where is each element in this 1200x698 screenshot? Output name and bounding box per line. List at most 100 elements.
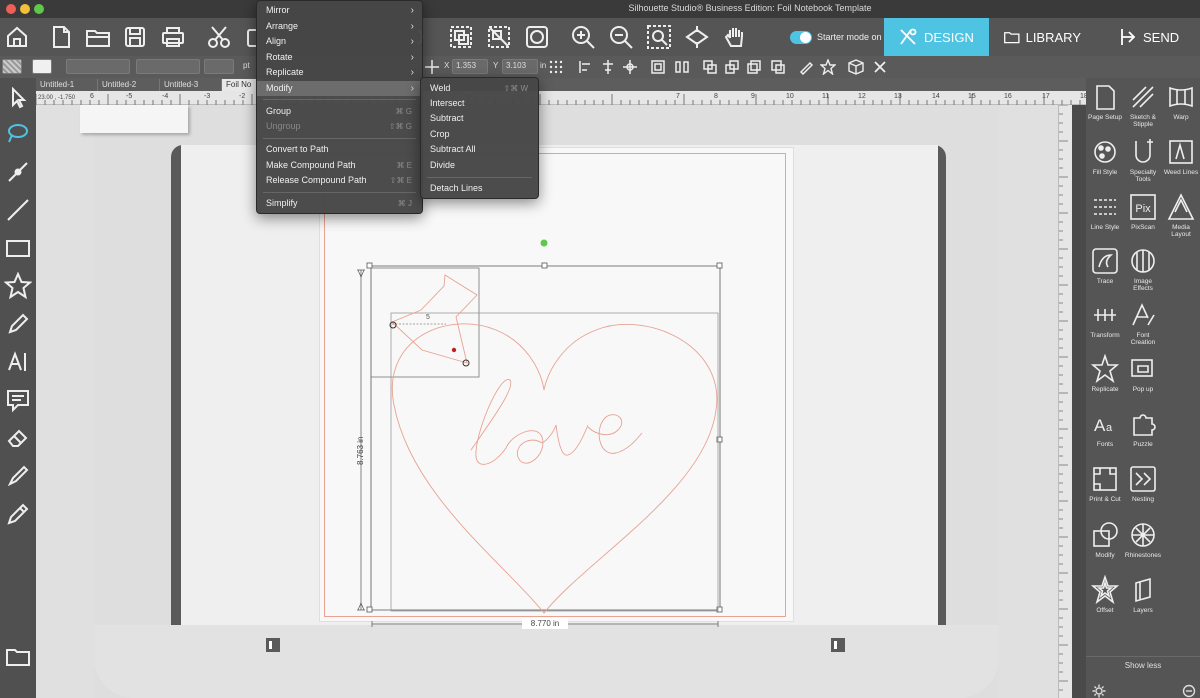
menu-item-rotate[interactable]: Rotate › [257,50,422,65]
print-icon[interactable] [160,24,186,50]
panel-tool-fonts[interactable]: Aa Fonts [1086,409,1124,465]
menu-item-mirror[interactable]: Mirror › [257,3,422,18]
panel-tool-puzzle[interactable]: Puzzle [1124,409,1162,465]
text-tool-icon[interactable] [4,348,32,376]
panel-tool-fill-style[interactable]: Fill Style [1086,137,1124,193]
toggle-switch[interactable] [790,30,812,44]
canvas-artwork[interactable]: 5 8.770 in 8.763 in [36,105,1058,698]
panel-tool-trace[interactable]: Trace [1086,246,1124,302]
rotate-handle[interactable] [540,239,548,247]
doc-tab[interactable]: Untitled-1 [36,79,98,91]
bring-to-front-icon[interactable] [746,59,762,75]
panel-tool-font-creation[interactable]: Font Creation [1124,300,1162,356]
panel-tool-offset[interactable]: Offset [1086,575,1124,631]
3d-box-icon[interactable] [848,59,864,75]
pencil-tool-icon[interactable] [4,310,32,338]
library-tab[interactable]: LIBRARY [990,18,1095,56]
menu-item-arrange[interactable]: Arrange › [257,19,422,34]
menu-item-subtract[interactable]: Subtract [421,111,538,126]
line-tool-icon[interactable] [4,196,32,224]
align-left-icon[interactable] [578,59,594,75]
line-color-swatch[interactable] [32,59,52,74]
panel-tool-page-setup[interactable]: Page Setup [1086,82,1124,138]
rectangle-tool-icon[interactable] [4,234,32,262]
menu-item-modify[interactable]: Modify › [257,81,422,96]
design-tab[interactable]: DESIGN [884,18,989,56]
scissors-icon[interactable] [206,24,232,50]
panel-tool-pixscan[interactable]: Pix PixScan [1124,192,1162,248]
menu-item-group[interactable]: Group ⌘ G [257,104,422,119]
doc-tab[interactable]: Untitled-3 [160,79,222,91]
panel-tool-replicate[interactable]: Replicate [1086,354,1124,410]
bring-forward-icon[interactable] [702,59,718,75]
line-pen-tool-icon[interactable] [4,158,32,186]
star-shape-tool-icon[interactable] [3,271,33,300]
pan-hand-icon[interactable] [722,24,748,50]
menu-item-divide[interactable]: Divide [421,158,538,173]
compound-path-icon[interactable] [524,24,550,50]
love-script-text[interactable] [470,379,643,465]
menu-item-make-compound-path[interactable]: Make Compound Path ⌘ E [257,158,422,173]
ungroup-icon[interactable] [486,24,512,50]
dash-style-select[interactable] [136,59,200,74]
line-width-input[interactable] [204,59,234,74]
panel-tool-layers[interactable]: Layers [1124,575,1162,631]
panel-tool-media-layout[interactable]: Media Layout [1162,192,1200,248]
menu-item-convert-to-path[interactable]: Convert to Path [257,142,422,157]
design-canvas[interactable]: 5 8.770 in 8.763 in [36,105,1058,698]
grid-icon[interactable] [548,59,564,75]
note-tool-icon[interactable] [4,386,32,414]
distribute-icon[interactable] [674,59,690,75]
send-backward-icon[interactable] [724,59,740,75]
panel-tool-rhinestones[interactable]: Rhinestones [1124,520,1162,576]
zoom-out-icon[interactable] [608,24,634,50]
send-to-back-icon[interactable] [770,59,786,75]
panel-options-icon[interactable] [1182,684,1196,698]
heart-shape[interactable] [391,323,718,614]
y-position-input[interactable]: 3.103 [502,59,538,74]
align-center-icon[interactable] [600,59,616,75]
zoom-selection-icon[interactable] [646,24,672,50]
edit-points-tool-icon[interactable] [4,120,32,148]
menu-item-crop[interactable]: Crop [421,127,538,142]
panel-tool-specialty-tools[interactable]: Specialty Tools [1124,137,1162,193]
menu-item-release-compound-path[interactable]: Release Compound Path ⇧⌘ E [257,173,422,188]
eraser-tool-icon[interactable] [4,424,32,452]
zoom-in-icon[interactable] [570,24,596,50]
select-pointer-icon[interactable] [4,84,32,112]
menu-item-simplify[interactable]: Simplify ⌘ J [257,196,422,211]
panel-tool-nesting[interactable]: Nesting [1124,464,1162,520]
send-tab[interactable]: SEND [1105,18,1200,56]
fit-to-page-icon[interactable] [684,24,710,50]
panel-tool-modify[interactable]: Modify [1086,520,1124,576]
menu-item-detach-lines[interactable]: Detach Lines [421,181,538,196]
menu-item-align[interactable]: Align › [257,34,422,49]
menu-item-replicate[interactable]: Replicate › [257,65,422,80]
group-icon[interactable] [448,24,474,50]
doc-tab[interactable]: Untitled-2 [98,79,160,91]
edit-points-icon[interactable] [798,59,814,76]
open-folder-icon[interactable] [85,24,111,50]
x-position-input[interactable]: 1.353 [452,59,488,74]
copy-icon[interactable] [244,24,256,50]
panel-tool-transform[interactable]: Transform [1086,300,1124,356]
star-tool-icon[interactable] [819,58,837,76]
panel-tool-popup[interactable]: Pop up [1124,354,1162,410]
panel-tool-print-cut[interactable]: Print & Cut [1086,464,1124,520]
panel-tool-warp[interactable]: Warp [1162,82,1200,138]
star-selection[interactable] [370,267,480,378]
library-panel-icon[interactable] [4,643,32,671]
line-style-select[interactable] [66,59,130,74]
knife-tool-icon[interactable] [4,462,32,490]
menu-item-intersect[interactable]: Intersect [421,96,538,111]
close-icon[interactable] [872,59,888,75]
panel-tool-image-effects[interactable]: Image Effects [1124,246,1162,302]
center-icon[interactable] [622,59,638,75]
panel-tool-weed-lines[interactable]: Weed Lines [1162,137,1200,193]
home-icon[interactable] [4,24,30,50]
align-page-icon[interactable] [650,59,666,75]
starter-mode-toggle[interactable]: Starter mode on [790,30,882,44]
move-icon[interactable] [424,59,440,75]
star-shape[interactable] [391,274,478,364]
menu-item-weld[interactable]: Weld ⇧⌘ W [421,81,538,96]
